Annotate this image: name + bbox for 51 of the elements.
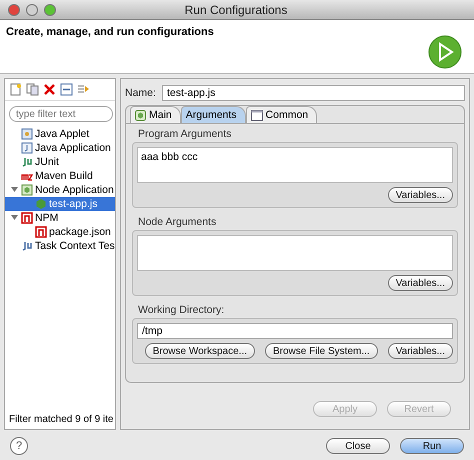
tree-item[interactable]: NPM	[5, 211, 115, 225]
browse-button[interactable]: Browse Workspace...	[144, 343, 255, 359]
window-title: Run Configurations	[184, 2, 288, 16]
program-arguments-field[interactable]: aaa bbb ccc	[137, 147, 453, 183]
name-label: Name:	[125, 87, 156, 99]
hexagon-icon	[135, 110, 146, 120]
working-directory-field[interactable]: /tmp	[137, 323, 453, 339]
npm-icon	[21, 212, 33, 224]
tree-item[interactable]: test-app.js	[5, 197, 115, 211]
variables-button[interactable]: Variables...	[388, 275, 453, 291]
hexagon-icon	[35, 198, 47, 210]
tree-item[interactable]: Maven Build	[5, 169, 115, 183]
expanded-icon[interactable]	[11, 186, 18, 192]
new-icon[interactable]	[9, 83, 22, 96]
group-label: Working Directory:	[137, 304, 226, 316]
tree-item[interactable]: Java Application	[5, 141, 115, 155]
zoom-window-icon[interactable]	[44, 4, 56, 16]
tree-item[interactable]: Java Applet	[5, 127, 115, 141]
browse-button[interactable]: Variables...	[388, 343, 453, 359]
play-icon	[428, 35, 462, 69]
dialog-button[interactable]: Close	[326, 438, 390, 454]
dialog-button[interactable]: Run	[400, 438, 464, 454]
tab[interactable]: Arguments	[180, 106, 246, 123]
variables-button[interactable]: Variables...	[388, 187, 453, 203]
window-icon	[21, 142, 33, 154]
junit-icon	[21, 156, 33, 168]
expanded-icon[interactable]	[11, 214, 18, 220]
task-icon	[21, 240, 33, 252]
browse-button[interactable]: Browse File System...	[265, 343, 378, 359]
filter-status: Filter matched 9 of 9 ite	[8, 413, 114, 427]
collapse-all-icon[interactable]	[60, 83, 73, 96]
tree-item[interactable]: package.json	[5, 225, 115, 239]
group-label: Program Arguments	[137, 128, 232, 140]
close-window-icon[interactable]	[8, 4, 20, 16]
window-icon	[250, 110, 263, 120]
tab[interactable]: Common	[246, 106, 318, 123]
delete-icon[interactable]	[43, 83, 56, 96]
filter-field[interactable]: type filter text	[9, 106, 113, 122]
group-label: Node Arguments	[137, 216, 218, 228]
applet-icon	[21, 128, 33, 140]
help-button[interactable]: ?	[10, 437, 28, 455]
tab[interactable]: Main	[130, 106, 181, 123]
node-arguments-field[interactable]	[137, 235, 453, 271]
tree-item[interactable]: JUnit	[5, 155, 115, 169]
npm-icon	[35, 226, 47, 238]
minimize-window-icon[interactable]	[26, 4, 38, 16]
tree-item[interactable]: Node Application	[5, 183, 115, 197]
name-field[interactable]: test-app.js	[162, 85, 465, 101]
header-title: Create, manage, and run configurations	[6, 26, 214, 40]
copy-icon[interactable]	[26, 83, 39, 96]
tree-item[interactable]: Task Context Tes	[5, 239, 115, 253]
